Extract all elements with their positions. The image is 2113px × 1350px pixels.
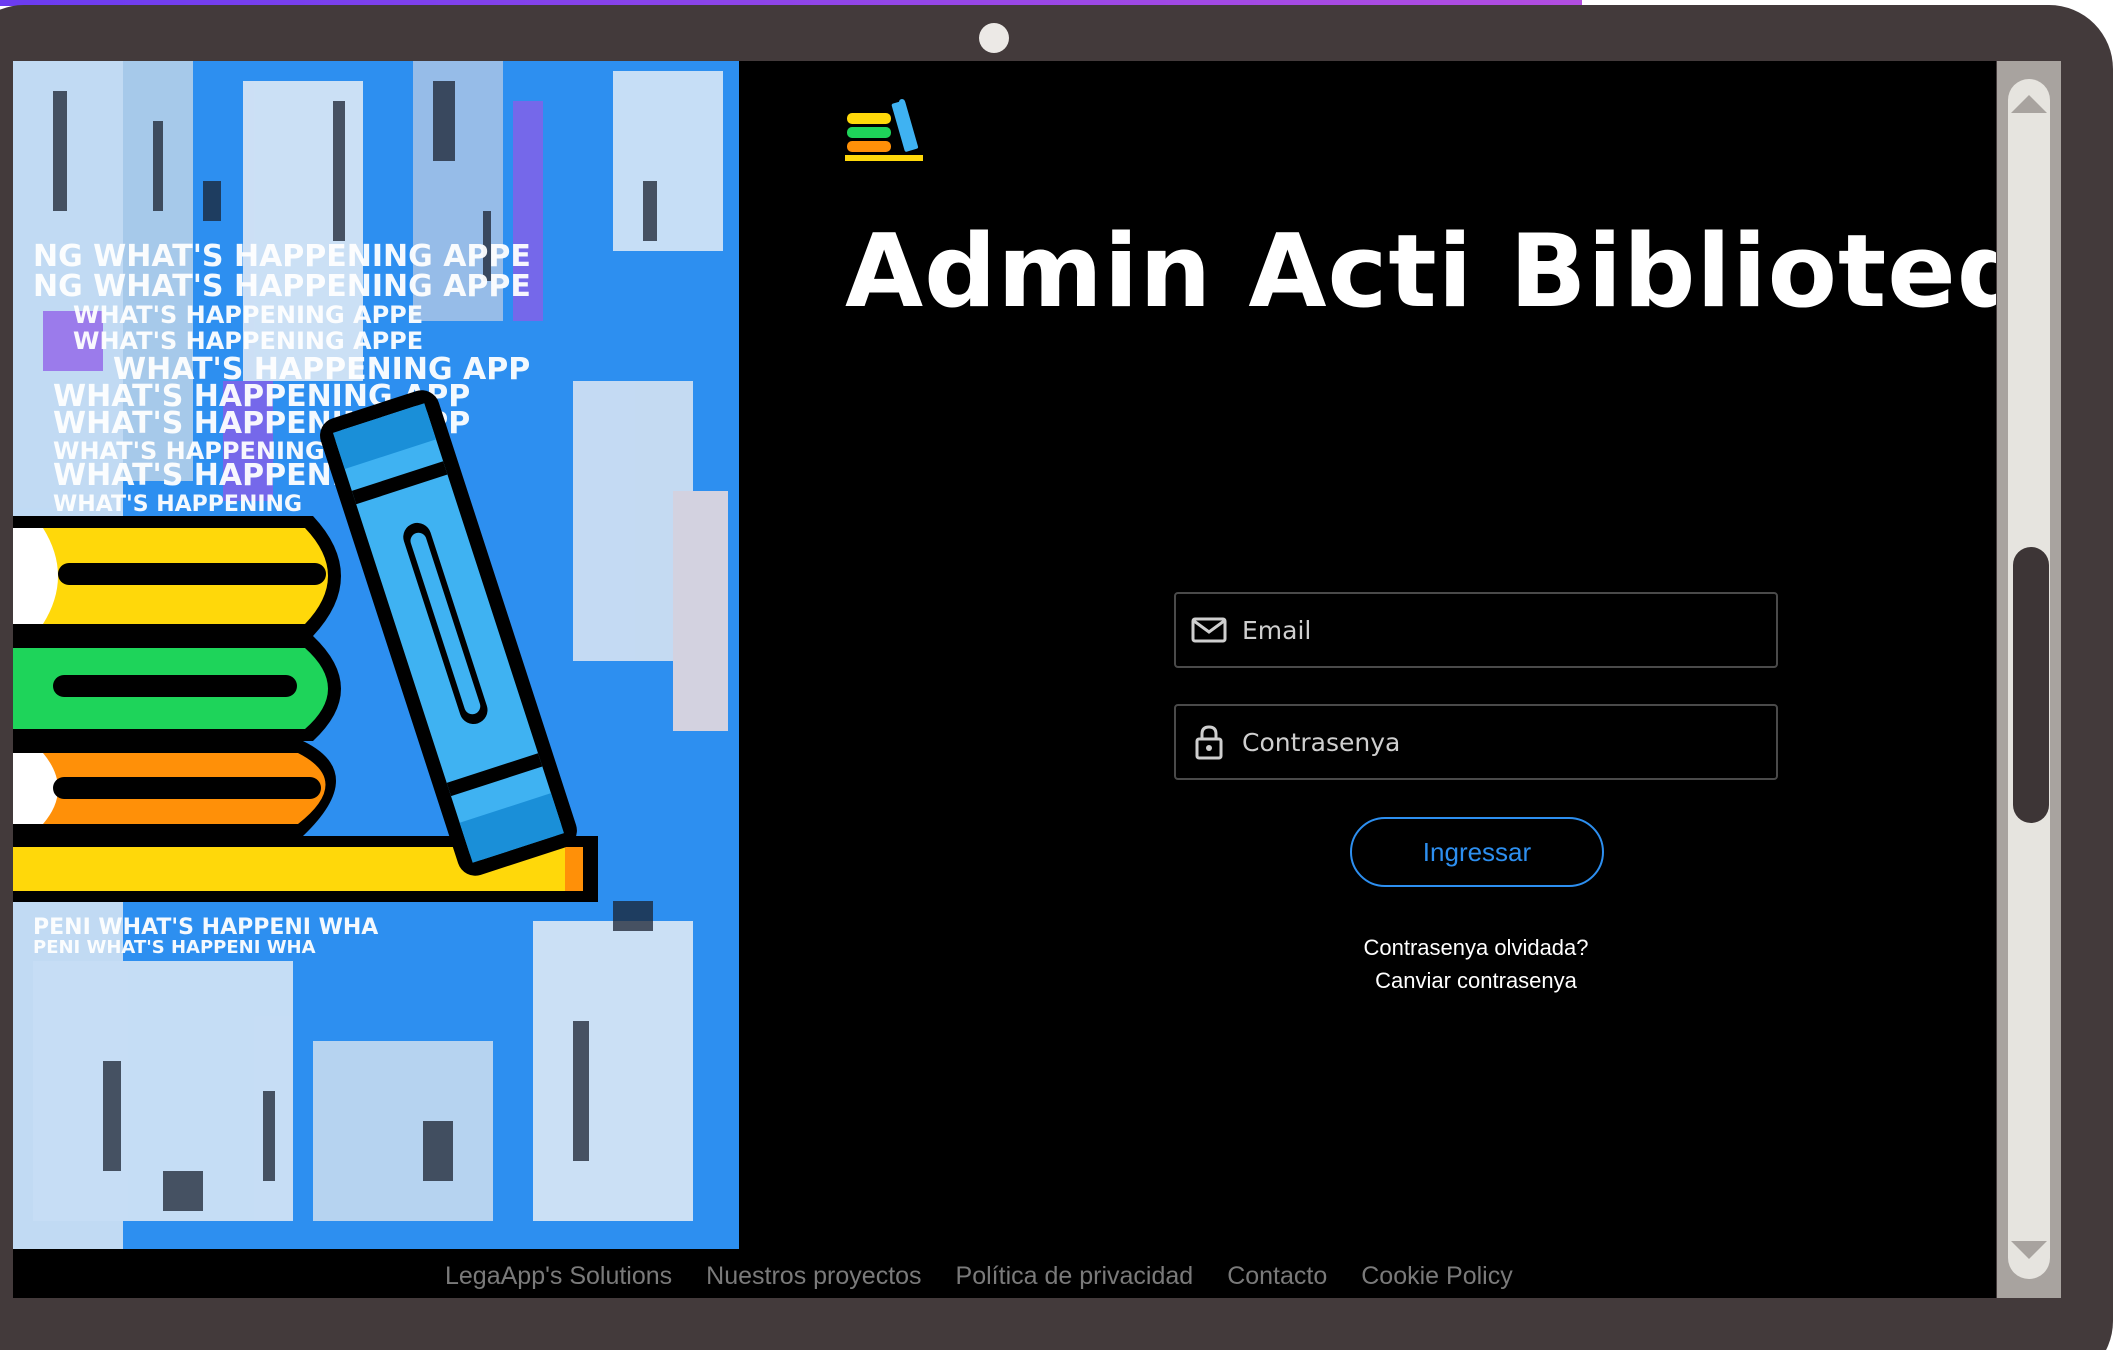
books-logo-icon [844,98,924,163]
email-input[interactable] [1228,593,1776,667]
stage: NG WHAT'S HAPPENING APPE NG WHAT'S HAPPE… [0,0,2113,1350]
footer-link-contact[interactable]: Contacto [1227,1262,1327,1291]
scroll-up-button[interactable] [2008,83,2050,123]
password-field[interactable] [1174,704,1778,780]
footer-links: LegaApp's Solutions Nuestros proyectos P… [445,1262,1513,1291]
triangle-up-icon [2011,95,2047,113]
hero-artwork: NG WHAT'S HAPPENING APPE NG WHAT'S HAPPE… [13,61,739,1249]
svg-text:PENI WHAT'S HAPPENI WHA: PENI WHAT'S HAPPENI WHA [33,937,316,958]
footer-link-projects[interactable]: Nuestros proyectos [706,1262,921,1291]
svg-text:WHAT'S HAPPENING: WHAT'S HAPPENING [53,492,302,517]
svg-text:NG WHAT'S HAPPENING APPE: NG WHAT'S HAPPENING APPE [33,269,531,304]
svg-text:WHAT'S HAPPENING APPE: WHAT'S HAPPENING APPE [73,301,423,329]
footer-link-privacy[interactable]: Política de privacidad [956,1262,1194,1291]
scroll-down-button[interactable] [2008,1231,2050,1271]
triangle-down-icon [2011,1241,2047,1259]
change-password-link[interactable]: Canviar contrasenya [1174,968,1778,994]
svg-text:WHAT'S HAPPENING APPE: WHAT'S HAPPENING APPE [73,327,423,355]
page-title: Admin Acti Bibliotequ [845,212,1996,330]
lock-icon [1195,725,1223,760]
forgot-password-link[interactable]: Contrasenya olvidada? [1174,935,1778,961]
footer: LegaApp's Solutions Nuestros proyectos P… [13,1249,1996,1298]
scroll-thumb[interactable] [2013,547,2049,823]
hero-illustration: NG WHAT'S HAPPENING APPE NG WHAT'S HAPPE… [13,61,739,1249]
camera-icon [979,23,1009,53]
mail-icon [1191,617,1227,643]
app-screen: NG WHAT'S HAPPENING APPE NG WHAT'S HAPPE… [13,61,1996,1298]
scrollbar[interactable] [1997,61,2061,1298]
password-input[interactable] [1228,705,1776,779]
email-field[interactable] [1174,592,1778,668]
footer-link-legaapp[interactable]: LegaApp's Solutions [445,1262,672,1291]
footer-link-cookie-policy[interactable]: Cookie Policy [1361,1262,1512,1291]
login-button[interactable]: Ingressar [1350,817,1604,887]
